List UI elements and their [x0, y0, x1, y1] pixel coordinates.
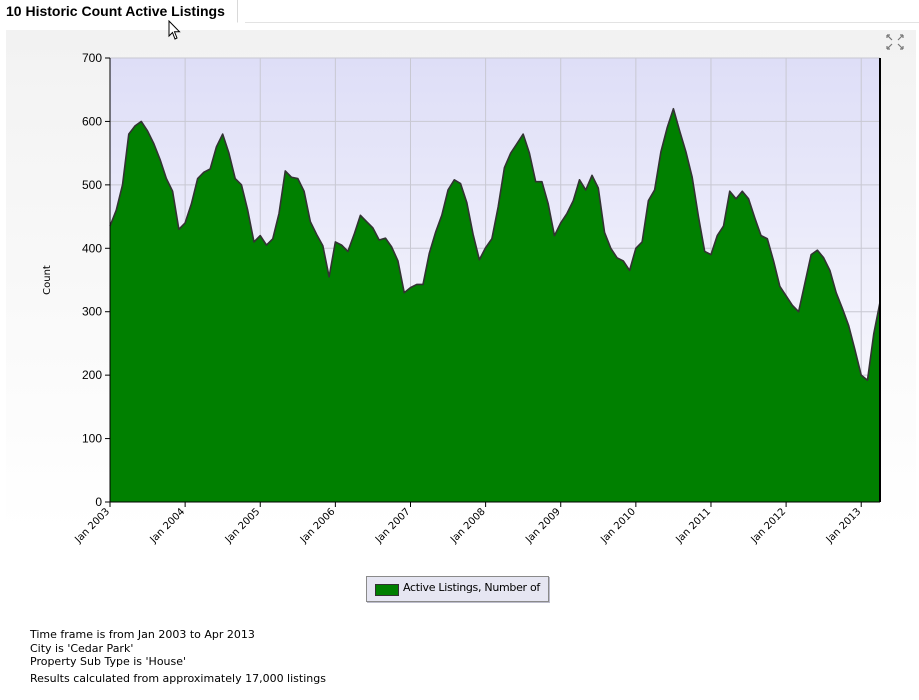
y-tick-label: 700 — [82, 51, 102, 65]
y-tick-label: 0 — [95, 495, 102, 509]
x-tick-label: Jan 2005 — [223, 506, 263, 546]
y-tick-label: 400 — [82, 241, 102, 255]
note-city: City is 'Cedar Park' — [30, 641, 134, 655]
x-tick-label: Jan 2011 — [673, 506, 713, 546]
note-timeframe: Time frame is from Jan 2003 to Apr 2013 — [30, 628, 255, 641]
note-subtype: Property Sub Type is 'House' — [30, 655, 187, 668]
y-tick-label: 500 — [82, 178, 102, 192]
chart-legend[interactable]: Active Listings, Number of — [366, 576, 549, 602]
y-axis-label: Count — [42, 265, 53, 295]
x-tick-label: Jan 2013 — [824, 506, 864, 546]
y-tick-label: 600 — [82, 114, 102, 128]
x-tick-label: Jan 2004 — [148, 506, 188, 546]
legend-swatch-active-listings — [375, 584, 399, 596]
y-tick-label: 300 — [82, 305, 102, 319]
legend-label: Active Listings, Number of — [403, 581, 540, 594]
y-tick-label: 200 — [82, 368, 102, 382]
x-tick-label: Jan 2008 — [448, 506, 488, 546]
active-listings-area-chart: 0100200300400500600700 Jan 2003 Jan 2004 J… — [42, 51, 881, 546]
chart-notes: Time frame is from Jan 2003 to Apr 2013 … — [30, 628, 326, 685]
y-axis-ticks: 0 100 200 300 400 500 600 700 — [82, 51, 110, 509]
x-tick-label: Jan 2012 — [749, 506, 789, 546]
y-tick-label: 100 — [82, 432, 102, 446]
x-tick-label: Jan 2010 — [598, 506, 638, 546]
x-tick-label: Jan 2003 — [72, 506, 112, 546]
note-results: Results calculated from approximately 17… — [30, 671, 326, 685]
x-tick-label: Jan 2007 — [373, 506, 413, 546]
x-tick-label: Jan 2006 — [298, 506, 338, 546]
mouse-pointer-icon — [168, 20, 181, 40]
x-axis-ticks: Jan 2003 Jan 2004 Jan 2005 Jan 2006 Jan 2007… — [72, 502, 863, 546]
x-tick-label: Jan 2009 — [523, 506, 563, 546]
